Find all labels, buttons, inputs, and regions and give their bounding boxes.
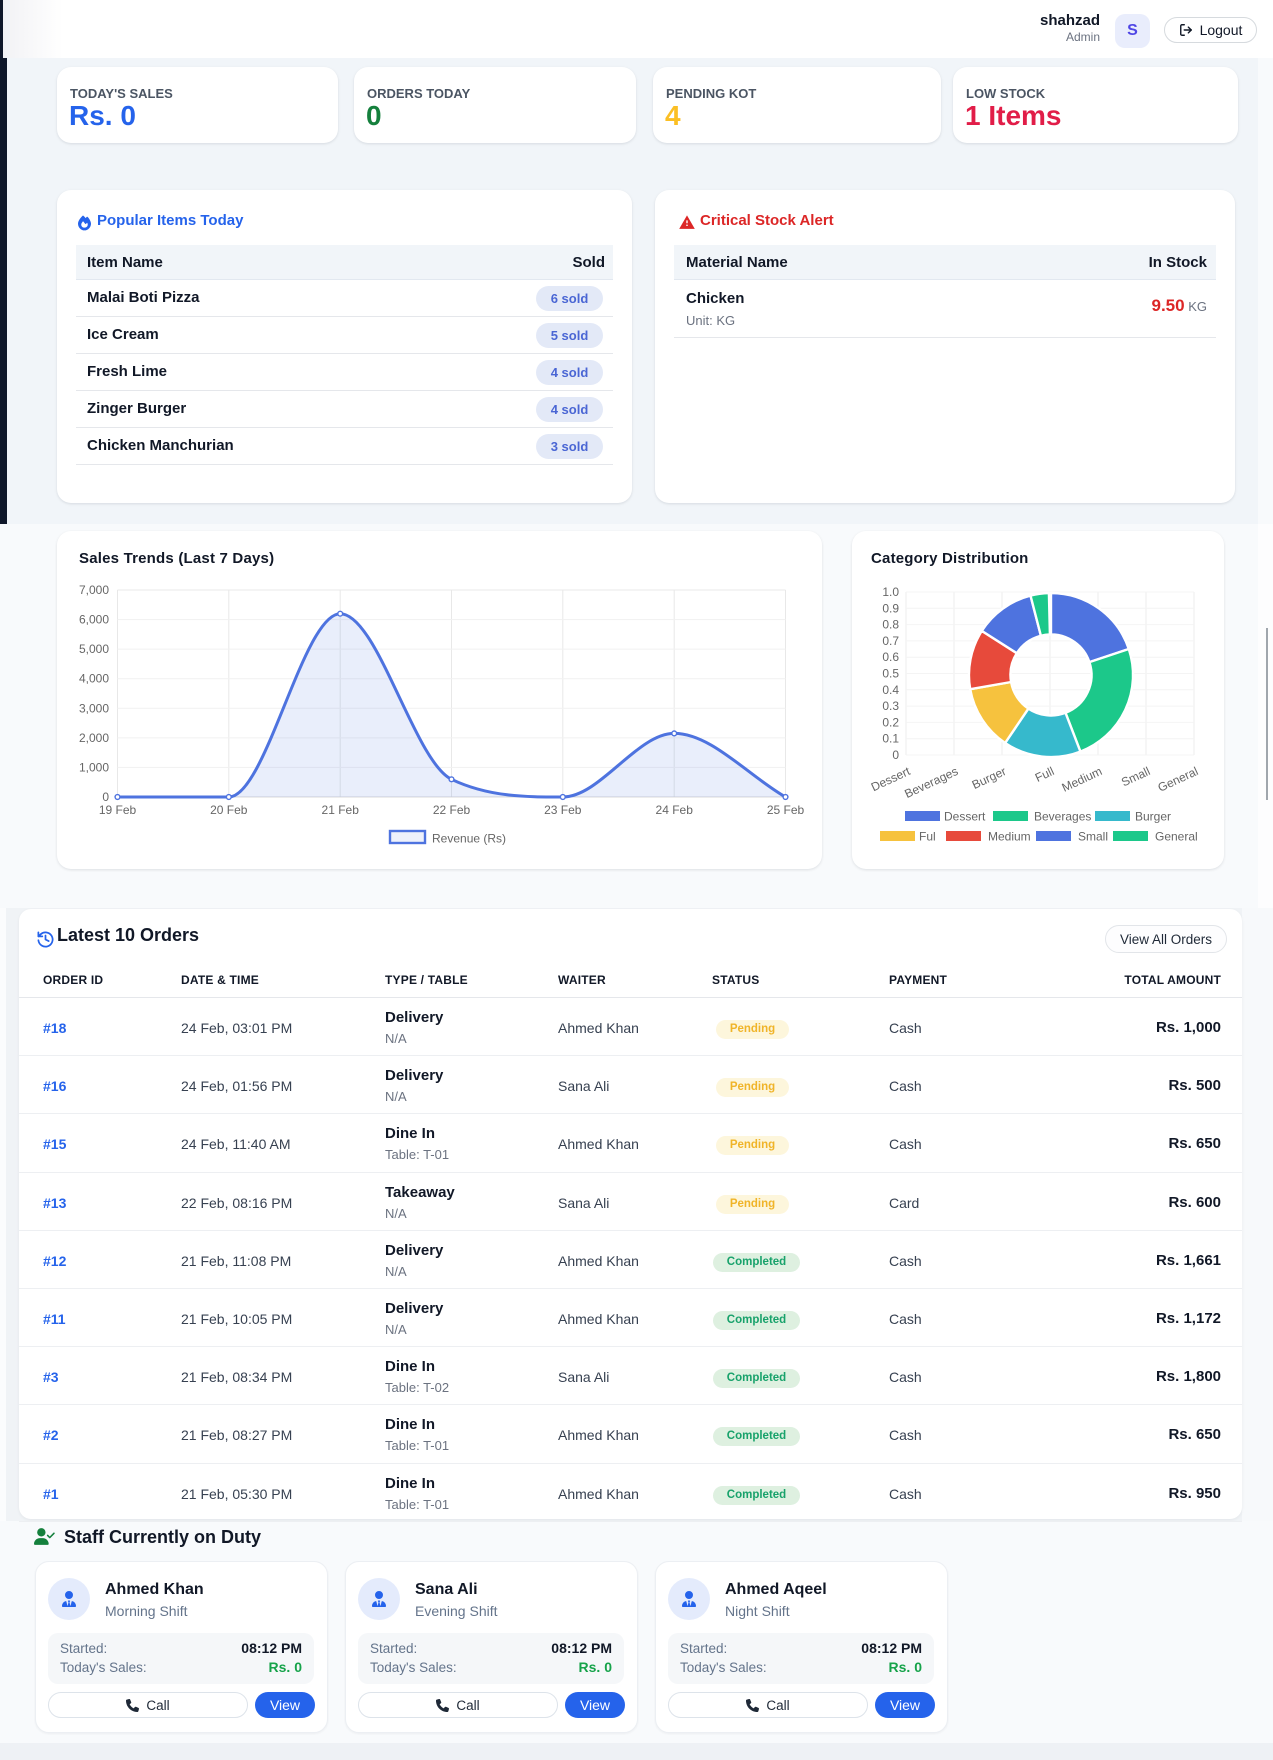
svg-text:1.0: 1.0	[882, 585, 899, 599]
svg-text:0.2: 0.2	[882, 715, 899, 729]
svg-text:Ful: Ful	[919, 830, 936, 844]
svg-text:Medium: Medium	[988, 830, 1031, 844]
svg-text:Dessert: Dessert	[944, 810, 986, 824]
svg-text:General: General	[1155, 830, 1198, 844]
svg-text:3,000: 3,000	[79, 701, 109, 715]
svg-text:5,000: 5,000	[79, 642, 109, 656]
svg-text:20 Feb: 20 Feb	[210, 803, 248, 817]
svg-text:6,000: 6,000	[79, 613, 109, 627]
svg-text:Medium: Medium	[1060, 764, 1105, 795]
svg-text:25 Feb: 25 Feb	[767, 803, 805, 817]
svg-text:24 Feb: 24 Feb	[656, 803, 694, 817]
svg-text:0.9: 0.9	[882, 601, 899, 615]
svg-text:0: 0	[102, 790, 109, 804]
svg-text:0.7: 0.7	[882, 634, 899, 648]
svg-text:Beverages: Beverages	[1034, 810, 1091, 824]
svg-text:0.5: 0.5	[882, 667, 899, 681]
svg-text:2,000: 2,000	[79, 731, 109, 745]
svg-text:0.6: 0.6	[882, 650, 899, 664]
svg-text:Burger: Burger	[970, 764, 1009, 792]
svg-text:0.4: 0.4	[882, 683, 899, 697]
svg-text:General: General	[1156, 764, 1201, 795]
svg-text:0.1: 0.1	[882, 732, 899, 746]
svg-text:23 Feb: 23 Feb	[544, 803, 582, 817]
svg-text:0.8: 0.8	[882, 618, 899, 632]
svg-text:Small: Small	[1119, 764, 1152, 789]
svg-text:0: 0	[892, 748, 899, 762]
svg-text:Revenue (Rs): Revenue (Rs)	[432, 832, 506, 846]
svg-text:Full: Full	[1033, 764, 1056, 785]
svg-text:Beverages: Beverages	[902, 764, 960, 801]
svg-text:Small: Small	[1078, 830, 1108, 844]
svg-text:7,000: 7,000	[79, 583, 109, 597]
svg-text:4,000: 4,000	[79, 672, 109, 686]
svg-text:Burger: Burger	[1135, 810, 1171, 824]
svg-text:1,000: 1,000	[79, 760, 109, 774]
svg-text:22 Feb: 22 Feb	[433, 803, 471, 817]
svg-text:21 Feb: 21 Feb	[322, 803, 360, 817]
svg-text:19 Feb: 19 Feb	[99, 803, 137, 817]
svg-text:0.3: 0.3	[882, 699, 899, 713]
